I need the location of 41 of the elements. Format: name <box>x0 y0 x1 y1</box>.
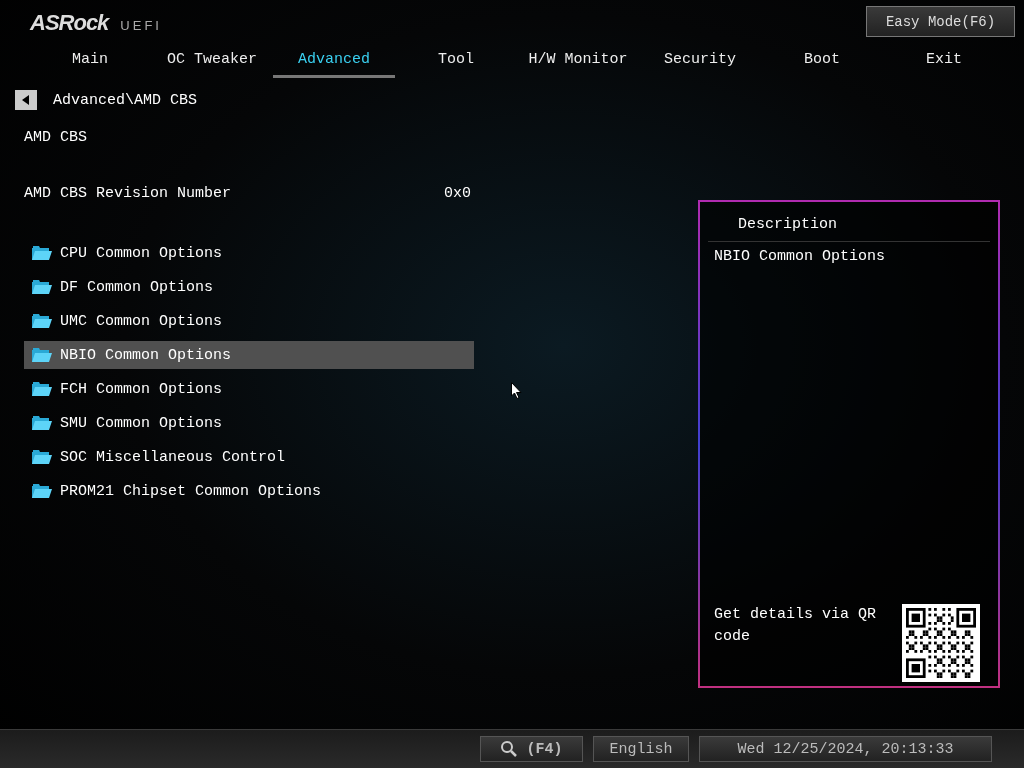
easy-mode-button[interactable]: Easy Mode(F6) <box>866 6 1015 37</box>
qr-hint-text: Get details via QR code <box>714 605 878 647</box>
folder-icon <box>32 348 52 362</box>
submenu-item[interactable]: SMU Common Options <box>24 409 474 437</box>
setting-label: AMD CBS Revision Number <box>24 184 233 204</box>
menu-tab[interactable]: OC Tweaker <box>151 44 273 78</box>
date-time: Wed 12/25/2024, 20:13:33 <box>699 736 992 762</box>
search-button[interactable]: (F4) <box>480 736 583 762</box>
folder-icon <box>32 416 52 430</box>
folder-icon <box>32 280 52 294</box>
submenu-item[interactable]: SOC Miscellaneous Control <box>24 443 474 471</box>
submenu-item[interactable]: DF Common Options <box>24 273 474 301</box>
setting-value: 0x0 <box>444 184 471 204</box>
submenu-item[interactable]: UMC Common Options <box>24 307 474 335</box>
menu-tab[interactable]: Security <box>639 44 761 78</box>
menu-tab[interactable]: Exit <box>883 44 1005 78</box>
breadcrumb: Advanced\AMD CBS <box>53 91 198 109</box>
language-button[interactable]: English <box>593 736 689 762</box>
submenu-item[interactable]: PROM21 Chipset Common Options <box>24 477 474 505</box>
folder-icon <box>32 314 52 328</box>
folder-icon <box>32 382 52 396</box>
menu-tab[interactable]: Advanced <box>273 44 395 78</box>
menu-tab[interactable]: Boot <box>761 44 883 78</box>
folder-icon <box>32 246 52 260</box>
product-label: UEFI <box>120 18 162 33</box>
menu-tab[interactable]: Tool <box>395 44 517 78</box>
menu-tab[interactable]: Main <box>29 44 151 78</box>
description-title: Description <box>708 216 990 242</box>
submenu-item[interactable]: NBIO Common Options <box>24 341 474 369</box>
menu-tab[interactable]: H/W Monitor <box>517 44 639 78</box>
section-title: AMD CBS <box>24 128 88 148</box>
folder-icon <box>32 450 52 464</box>
back-arrow-icon <box>22 95 30 105</box>
description-text: NBIO Common Options <box>714 248 887 267</box>
brand-logo: ASRock <box>30 10 109 36</box>
search-icon <box>500 740 519 758</box>
submenu-item[interactable]: CPU Common Options <box>24 239 474 267</box>
back-button[interactable] <box>15 90 37 110</box>
folder-icon <box>32 484 52 498</box>
mouse-cursor-icon <box>511 382 522 399</box>
submenu-item[interactable]: FCH Common Options <box>24 375 474 403</box>
